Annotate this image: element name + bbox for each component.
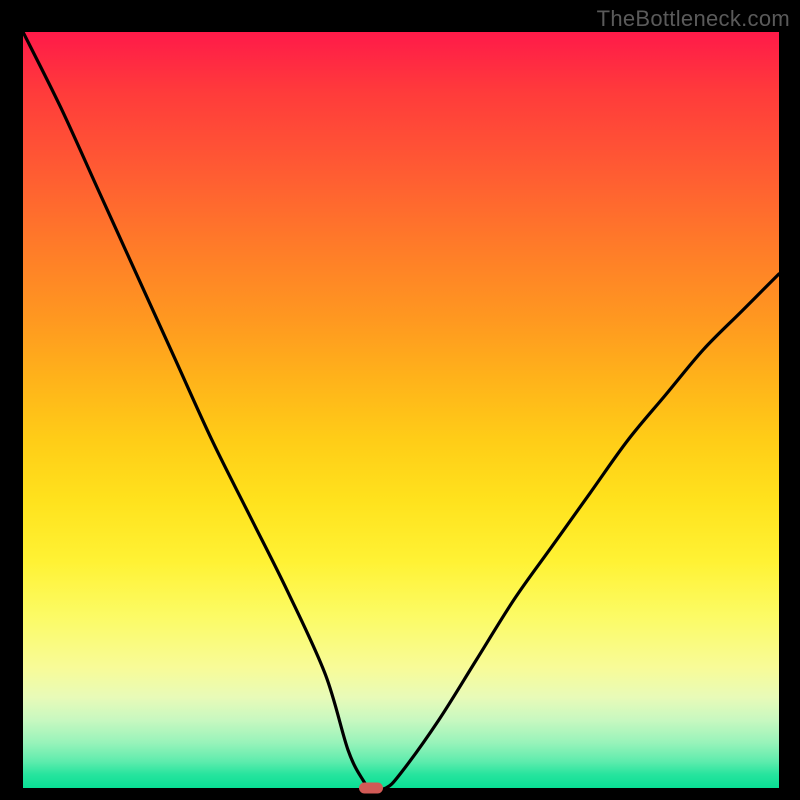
optimal-point-marker <box>359 783 383 794</box>
chart-container: TheBottleneck.com <box>0 0 800 800</box>
watermark-text: TheBottleneck.com <box>597 6 790 32</box>
plot-area <box>23 32 779 788</box>
curve-path <box>23 32 779 788</box>
bottleneck-curve <box>23 32 779 788</box>
